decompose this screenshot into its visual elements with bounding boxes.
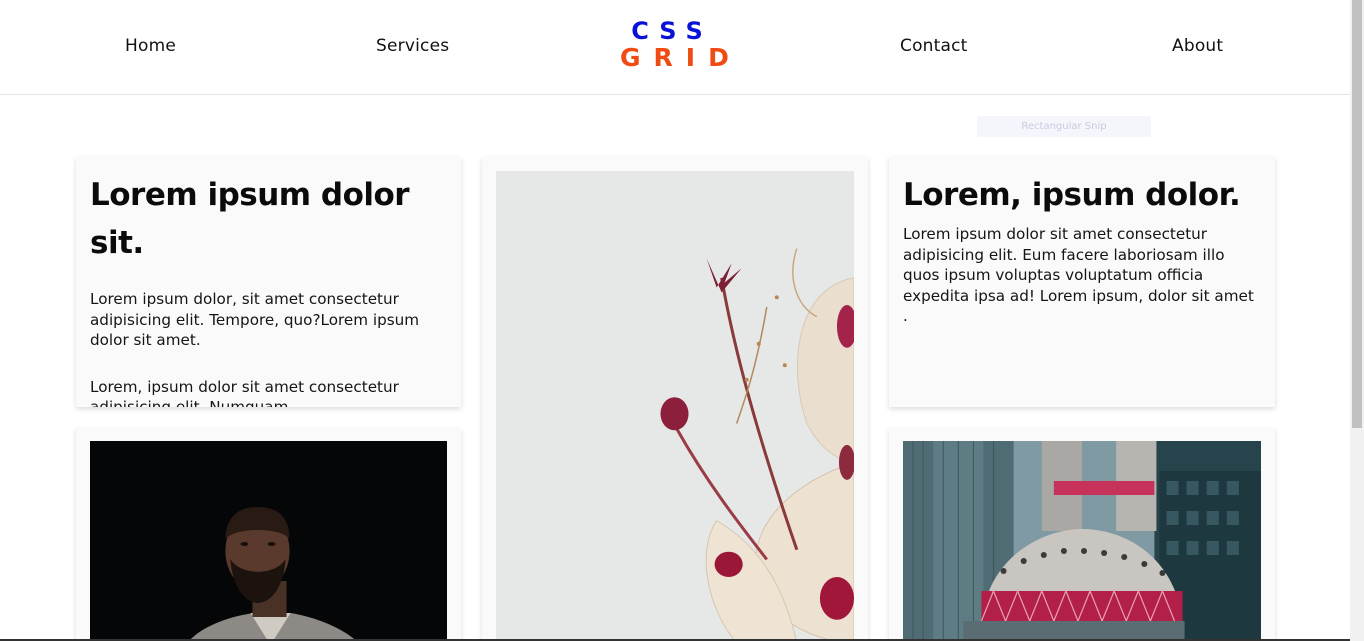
card-right-title: Lorem, ipsum dolor.: [903, 177, 1241, 213]
card-portrait-image: [76, 428, 461, 641]
css-grid-logo[interactable]: CSS GRID: [608, 17, 742, 72]
nav-link-home[interactable]: Home: [125, 36, 176, 56]
card-right-text: Lorem, ipsum dolor. Lorem ipsum dolor si…: [889, 157, 1275, 407]
logo-top-text: CSS: [631, 17, 713, 45]
nav-link-about[interactable]: About: [1172, 36, 1223, 56]
card-flower-image: [482, 157, 868, 641]
top-navbar: Home Services CSS GRID Contact About: [0, 0, 1350, 95]
faint-snip-overlay: Rectangular Snip: [977, 116, 1151, 137]
card-left-text: Lorem ipsum dolor sit. Lorem ipsum dolor…: [76, 157, 461, 407]
flower-photo: [496, 171, 854, 641]
card-right-paragraph: Lorem ipsum dolor sit amet consectetur a…: [903, 225, 1254, 325]
card-tower-image: [889, 428, 1275, 641]
tower-photo: [903, 441, 1261, 641]
card-left-paragraph-2: Lorem, ipsum dolor sit amet consectetur …: [90, 377, 399, 408]
vertical-scrollbar[interactable]: [1350, 0, 1364, 641]
card-left-paragraph-1: Lorem ipsum dolor, sit amet consectetur …: [90, 290, 420, 349]
nav-link-contact[interactable]: Contact: [900, 36, 968, 56]
logo-bottom-text: GRID: [620, 43, 742, 72]
scrollbar-thumb[interactable]: [1352, 0, 1362, 428]
portrait-photo: [90, 441, 447, 641]
card-left-title: Lorem ipsum dolor sit.: [90, 177, 410, 261]
nav-link-services[interactable]: Services: [376, 36, 449, 56]
